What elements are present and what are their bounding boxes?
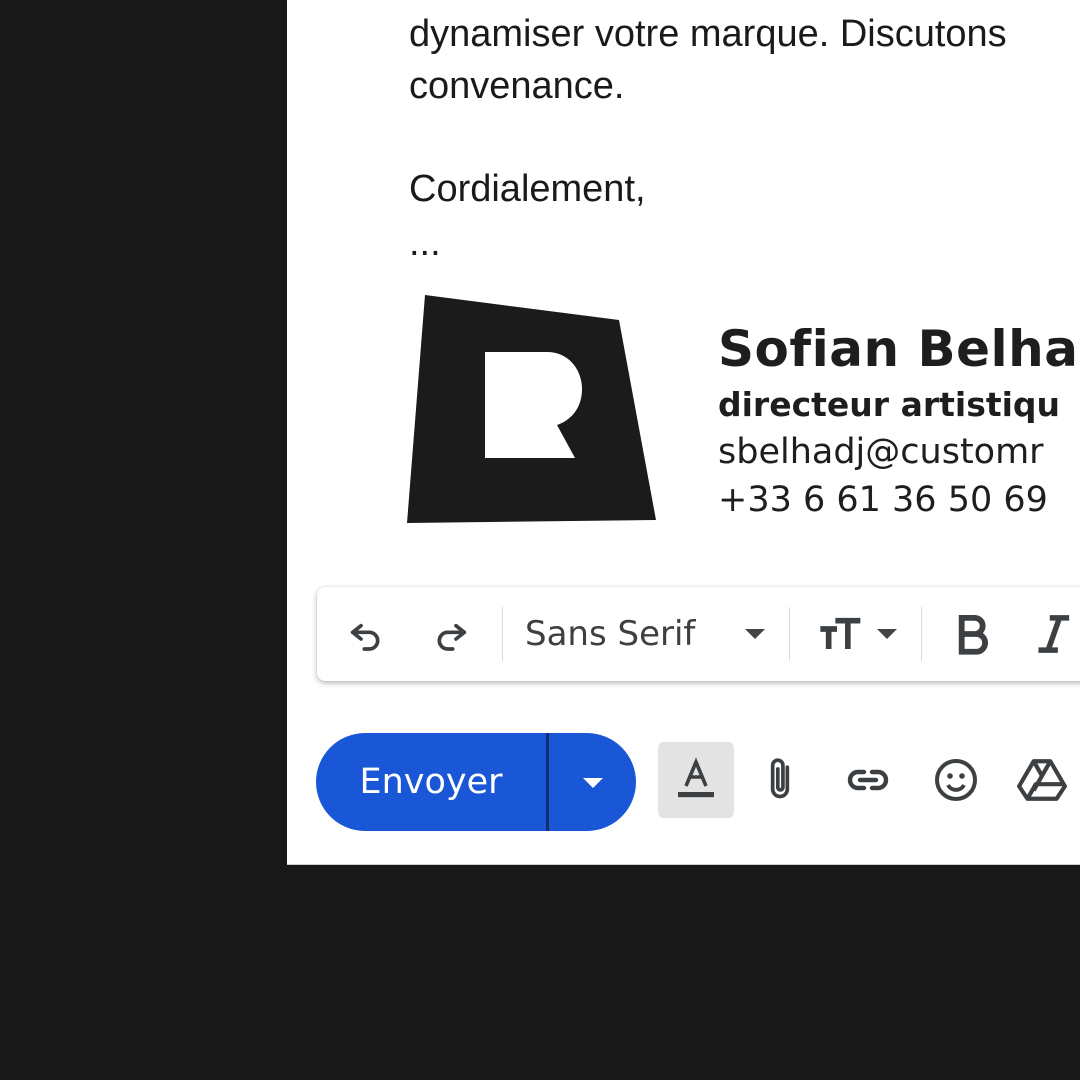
compose-window: dynamiser votre marque. Discutons conven… [287, 0, 1080, 865]
redo-icon[interactable] [427, 610, 475, 658]
send-options-button[interactable] [549, 733, 636, 831]
send-button-label[interactable]: Envoyer [316, 733, 546, 831]
email-body-line[interactable]: ... [409, 222, 441, 265]
email-body-line[interactable]: dynamiser votre marque. Discutons [409, 13, 1007, 56]
signature-logo [407, 295, 656, 523]
chevron-down-icon[interactable] [745, 629, 765, 639]
link-icon[interactable] [830, 742, 906, 818]
signature-email[interactable]: sbelhadj@customr [718, 432, 1044, 472]
signature-name: Sofian Belha [718, 320, 1079, 378]
signature-role: directeur artistiqu [718, 385, 1061, 424]
italic-icon[interactable] [1029, 610, 1077, 658]
drive-icon[interactable] [1004, 742, 1080, 818]
undo-icon[interactable] [342, 610, 390, 658]
send-button[interactable]: Envoyer [316, 733, 636, 831]
email-body-line[interactable]: Cordialement, [409, 168, 646, 211]
emoji-icon[interactable] [918, 742, 994, 818]
signature-phone[interactable]: +33 6 61 36 50 69 [718, 480, 1048, 520]
bold-icon[interactable] [949, 610, 997, 658]
text-format-icon[interactable] [658, 742, 734, 818]
formatting-toolbar: Sans Serif [317, 587, 1080, 681]
email-body-line[interactable]: convenance. [409, 65, 625, 108]
text-size-chevron-icon[interactable] [877, 629, 897, 639]
font-family-select[interactable]: Sans Serif [525, 609, 695, 659]
text-size-icon[interactable] [812, 610, 872, 658]
attach-icon[interactable] [742, 742, 818, 818]
chevron-down-icon [583, 778, 603, 788]
